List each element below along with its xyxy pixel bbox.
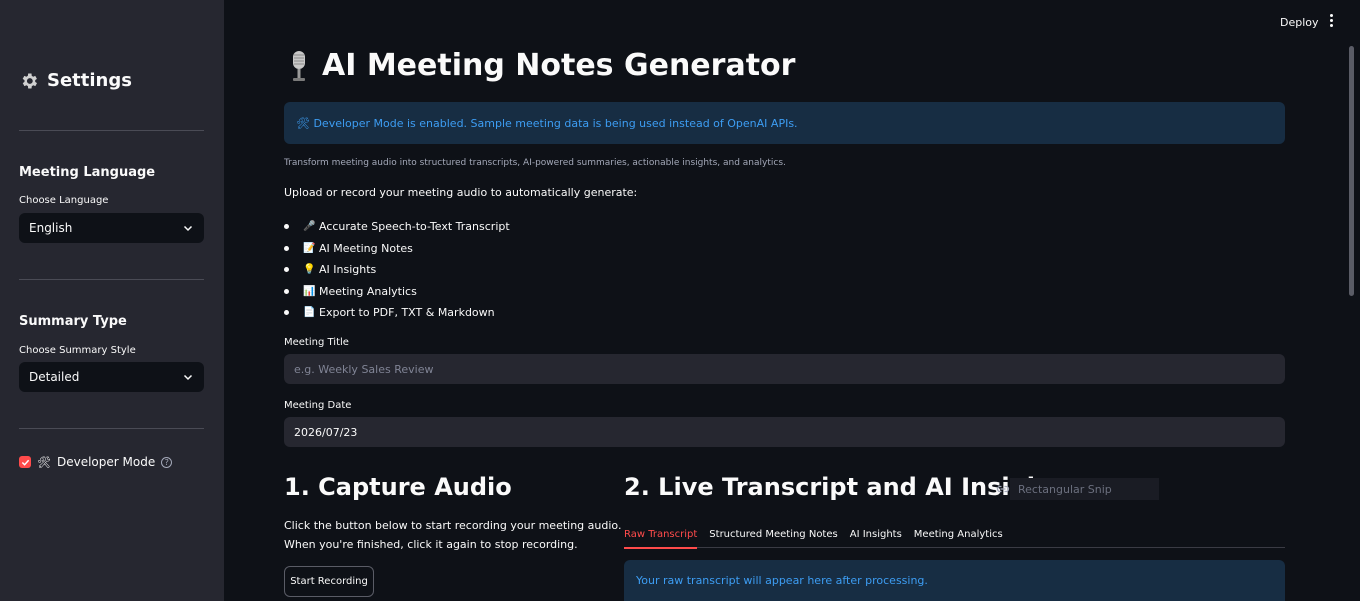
developer-mode-checkbox[interactable]: 🛠 Developer Mode ? [19,455,173,469]
bar-chart-icon: 📊 [303,285,316,297]
capture-description: Click the button below to start recordin… [284,516,621,554]
list-item: 📄 Export to PDF, TXT & Markdown [284,302,510,324]
transcript-tabs: Raw Transcript Structured Meeting Notes … [624,520,1285,549]
summary-type-heading: Summary Type [19,314,127,329]
tab-meeting-analytics[interactable]: Meeting Analytics [914,520,1003,548]
tab-ai-insights[interactable]: AI Insights [850,520,902,548]
app-caption: Transform meeting audio into structured … [284,158,786,168]
developer-mode-alert: 🛠 Developer Mode is enabled. Sample meet… [284,102,1285,144]
divider [19,130,204,131]
language-select-value: English [29,221,73,235]
meeting-date-label: Meeting Date [284,400,352,411]
meeting-language-heading: Meeting Language [19,165,156,180]
check-icon [21,459,29,466]
feature-list: 🎤 Accurate Speech-to-Text Transcript 📝 AI … [284,216,510,324]
checkbox-checked[interactable] [19,456,31,468]
capture-line-1: Click the button below to start recordin… [284,519,622,532]
choose-summary-label: Choose Summary Style [19,345,136,356]
microphone-icon [293,50,305,81]
list-item: 🎤 Accurate Speech-to-Text Transcript [284,216,510,238]
language-select[interactable]: English [19,213,204,243]
transcript-info-text: Your raw transcript will appear here aft… [636,574,928,587]
deploy-button[interactable]: Deploy [1276,12,1323,33]
page-title: AI Meeting Notes Generator [284,48,795,83]
list-item: 💡 AI Insights [284,259,510,281]
divider [19,428,204,429]
help-icon[interactable]: ? [161,456,173,468]
tab-raw-transcript[interactable]: Raw Transcript [624,520,698,549]
meeting-title-input[interactable] [294,362,1275,376]
capture-line-2: When you're finished, click it again to … [284,538,578,551]
start-recording-button[interactable]: Start Recording [284,566,374,597]
document-icon: 📄 [303,307,316,319]
summary-style-select[interactable]: Detailed [19,362,204,392]
scrollbar[interactable] [1349,46,1354,296]
page-title-text: AI Meeting Notes Generator [322,48,796,83]
meeting-date-field[interactable]: 2026/07/23 [284,417,1285,447]
meeting-title-label: Meeting Title [284,337,349,348]
settings-heading: Settings [47,70,132,91]
chevron-down-icon [183,374,193,381]
kebab-menu-icon[interactable] [1326,14,1336,30]
chevron-down-icon [183,225,193,232]
sidebar-title: Settings [19,70,132,91]
rectangular-snip-overlay: Rectangular Snip [1010,478,1159,500]
capture-audio-heading: 1. Capture Audio [284,473,512,501]
sidebar: Settings Meeting Language Choose Languag… [0,0,224,601]
lightbulb-icon: 💡 [303,264,316,276]
intro-text: Upload or record your meeting audio to a… [284,186,638,199]
developer-mode-label: Developer Mode [56,455,156,469]
meeting-date-value: 2026/07/23 [294,425,358,439]
meeting-title-field[interactable] [284,354,1285,384]
memo-icon: 📝 [303,242,316,254]
list-item: 📝 AI Meeting Notes [284,238,510,260]
link-icon[interactable] [996,483,1010,495]
tab-structured-meeting-notes[interactable]: Structured Meeting Notes [709,520,837,548]
tools-icon: 🛠 [37,455,51,469]
list-item: 📊 Meeting Analytics [284,281,510,303]
microphone-icon: 🎤 [303,221,316,233]
developer-mode-alert-text: 🛠 Developer Mode is enabled. Sample meet… [296,116,798,130]
divider [19,279,204,280]
transcript-info-alert: Your raw transcript will appear here aft… [624,560,1285,601]
summary-select-value: Detailed [29,370,80,384]
gear-icon [22,73,37,88]
choose-language-label: Choose Language [19,195,109,206]
